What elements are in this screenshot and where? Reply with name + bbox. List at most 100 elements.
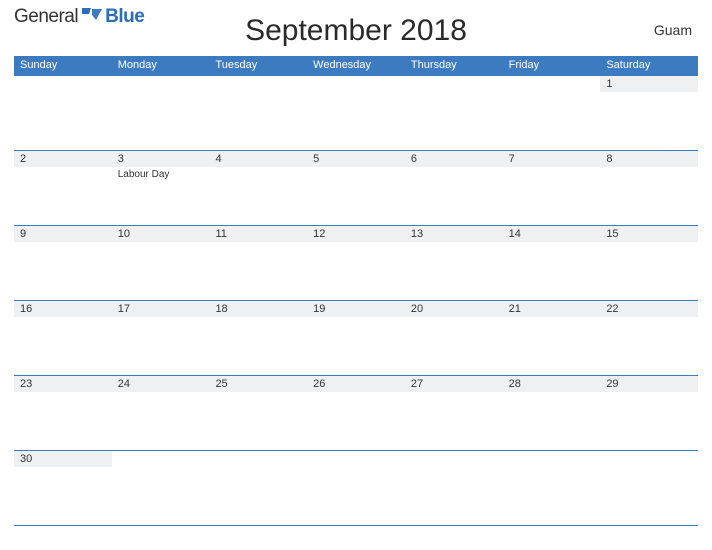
brand-logo: General Blue xyxy=(14,6,144,28)
day-cell: 30 xyxy=(14,451,112,525)
day-cell: 11 xyxy=(209,226,307,300)
flag-icon xyxy=(81,6,103,27)
calendar-bottom-rule xyxy=(14,525,698,526)
day-number: 26 xyxy=(313,378,325,390)
day-cell: 20 xyxy=(405,301,503,375)
day-number: 29 xyxy=(606,378,618,390)
day-cell: 26 xyxy=(307,376,405,450)
day-number-row: 15 xyxy=(600,226,698,242)
day-number: 16 xyxy=(20,303,32,315)
day-number-row: 10 xyxy=(112,226,210,242)
day-number: 18 xyxy=(215,303,227,315)
day-number-row: 5 xyxy=(307,151,405,167)
day-number: 25 xyxy=(215,378,227,390)
day-number-row: 22 xyxy=(600,301,698,317)
day-number-row: 21 xyxy=(503,301,601,317)
day-cell: 25 xyxy=(209,376,307,450)
region-label: Guam xyxy=(654,22,692,38)
day-number-row: 7 xyxy=(503,151,601,167)
day-number-row xyxy=(503,76,601,92)
day-cell xyxy=(14,76,112,150)
day-cell: 8 xyxy=(600,151,698,225)
day-number: 19 xyxy=(313,303,325,315)
day-number: 15 xyxy=(606,228,618,240)
day-number: 17 xyxy=(118,303,130,315)
day-number: 4 xyxy=(215,153,221,165)
day-cell xyxy=(209,451,307,525)
day-number: 13 xyxy=(411,228,423,240)
day-number-row xyxy=(14,76,112,92)
day-cell: 21 xyxy=(503,301,601,375)
day-number-row: 8 xyxy=(600,151,698,167)
day-cell xyxy=(405,451,503,525)
day-cell: 29 xyxy=(600,376,698,450)
day-cell: 28 xyxy=(503,376,601,450)
day-number-row: 3 xyxy=(112,151,210,167)
day-number-row xyxy=(209,76,307,92)
day-cell: 12 xyxy=(307,226,405,300)
week-row: 30 xyxy=(14,450,698,525)
day-number-row: 19 xyxy=(307,301,405,317)
day-cell: 13 xyxy=(405,226,503,300)
day-number: 3 xyxy=(118,153,124,165)
brand-part2: Blue xyxy=(105,6,144,28)
day-cell: 14 xyxy=(503,226,601,300)
day-cell xyxy=(307,451,405,525)
day-number: 30 xyxy=(20,453,32,465)
day-number-row: 25 xyxy=(209,376,307,392)
day-number: 11 xyxy=(215,228,226,240)
event-label: Labour Day xyxy=(112,167,210,180)
day-number-row: 13 xyxy=(405,226,503,242)
day-number: 2 xyxy=(20,153,26,165)
day-number: 21 xyxy=(509,303,521,315)
day-number-row: 20 xyxy=(405,301,503,317)
day-header: Sunday xyxy=(14,56,112,76)
week-row: 910 11 12 13 14 15 xyxy=(14,225,698,300)
day-cell: 19 xyxy=(307,301,405,375)
day-number-row: 11 xyxy=(209,226,307,242)
day-number-row xyxy=(112,451,210,467)
day-number-row: 2 xyxy=(14,151,112,167)
day-number-row xyxy=(307,451,405,467)
day-number-row: 9 xyxy=(14,226,112,242)
day-number-row xyxy=(405,451,503,467)
day-number: 7 xyxy=(509,153,515,165)
week-row: 2 3 Labour Day 4 5 67 8 xyxy=(14,150,698,225)
day-number: 24 xyxy=(118,378,130,390)
day-cell: 16 xyxy=(14,301,112,375)
day-number-row xyxy=(405,76,503,92)
day-cell: 2 xyxy=(14,151,112,225)
day-number: 20 xyxy=(411,303,423,315)
day-number-row: 26 xyxy=(307,376,405,392)
day-number-row xyxy=(307,76,405,92)
day-cell xyxy=(503,451,601,525)
day-number-row: 24 xyxy=(112,376,210,392)
day-header-row: Sunday Monday Tuesday Wednesday Thursday… xyxy=(14,56,698,76)
day-cell: 9 xyxy=(14,226,112,300)
day-number-row: 14 xyxy=(503,226,601,242)
day-number-row: 17 xyxy=(112,301,210,317)
day-number-row: 16 xyxy=(14,301,112,317)
day-number: 5 xyxy=(313,153,319,165)
day-cell xyxy=(405,76,503,150)
day-number-row: 6 xyxy=(405,151,503,167)
day-header: Saturday xyxy=(600,56,698,76)
day-number-row: 30 xyxy=(14,451,112,467)
day-cell: 7 xyxy=(503,151,601,225)
day-number: 23 xyxy=(20,378,32,390)
day-header: Monday xyxy=(112,56,210,76)
day-cell xyxy=(600,451,698,525)
day-number-row: 28 xyxy=(503,376,601,392)
day-cell: 6 xyxy=(405,151,503,225)
day-number-row xyxy=(209,451,307,467)
day-number: 8 xyxy=(606,153,612,165)
day-header: Thursday xyxy=(405,56,503,76)
day-cell xyxy=(209,76,307,150)
week-row: 1 xyxy=(14,76,698,150)
day-header: Wednesday xyxy=(307,56,405,76)
day-number-row: 23 xyxy=(14,376,112,392)
day-cell: 22 xyxy=(600,301,698,375)
day-cell: 27 xyxy=(405,376,503,450)
day-number: 14 xyxy=(509,228,521,240)
day-number-row: 27 xyxy=(405,376,503,392)
